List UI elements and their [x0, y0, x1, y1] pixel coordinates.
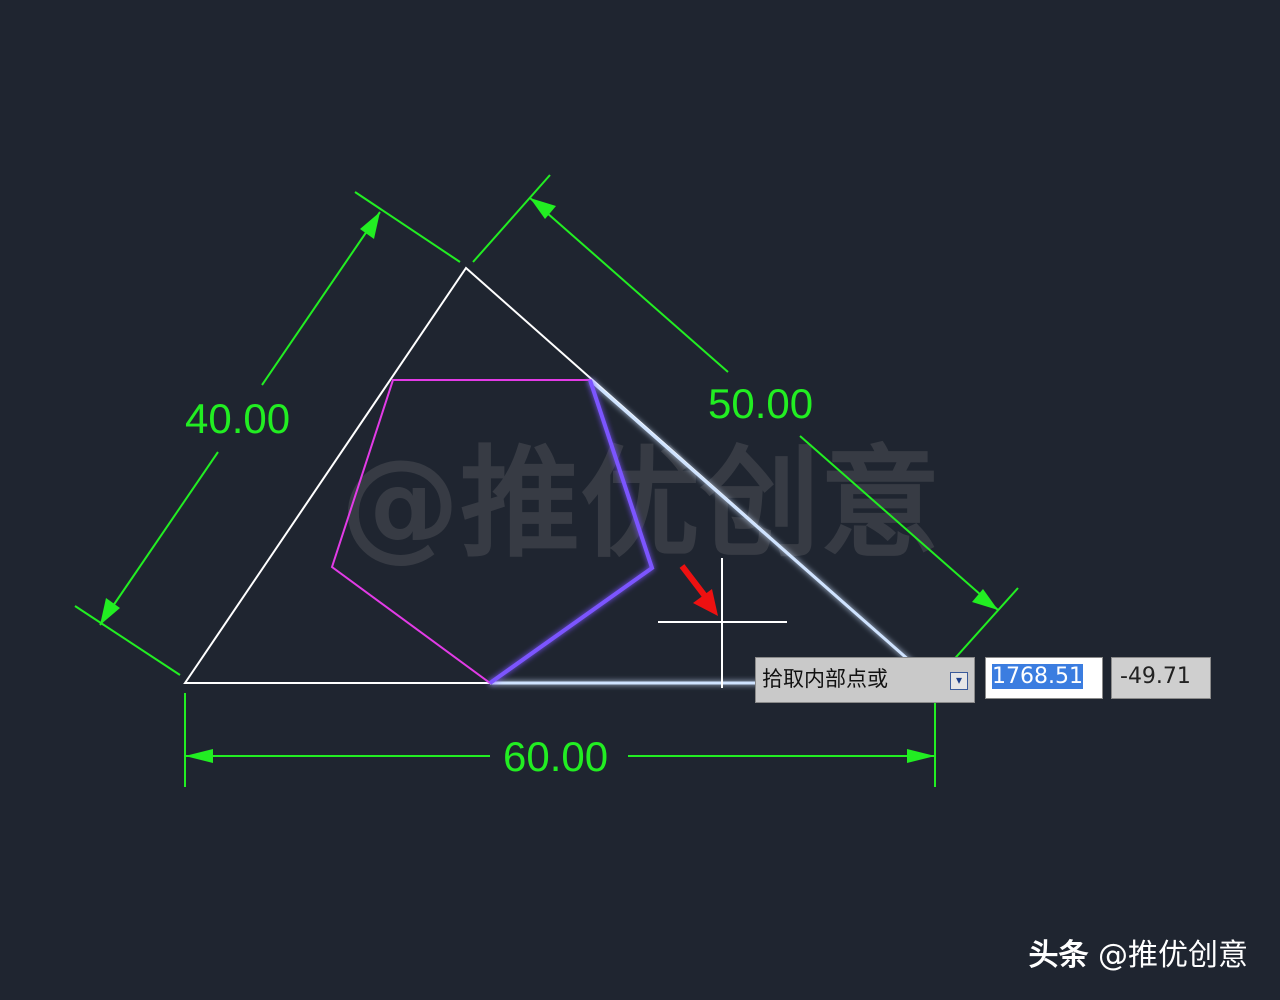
command-prompt[interactable]: 拾取内部点或 ▾	[755, 657, 975, 703]
cad-drawing[interactable]: @推优创意 40.00 50.00 60.00	[0, 0, 1280, 1000]
source-credit: 头条 @推优创意	[1028, 930, 1248, 974]
credit-brand: 头条	[1028, 938, 1089, 973]
extension-line	[472, 174, 551, 263]
dimension-line	[529, 197, 729, 373]
dropdown-arrow-icon[interactable]: ▾	[950, 672, 968, 690]
dimension-label-bottom: 60.00	[503, 733, 608, 780]
y-coordinate-input[interactable]: -49.71	[1111, 657, 1211, 699]
dimension-line	[261, 211, 381, 386]
extension-line	[74, 605, 181, 676]
dimension-right[interactable]: 50.00	[472, 174, 1019, 676]
dimension-label-left: 40.00	[185, 395, 290, 442]
dimension-bottom[interactable]: 60.00	[184, 693, 936, 787]
dimension-line	[99, 451, 219, 626]
y-coordinate-value: -49.71	[1120, 664, 1191, 689]
dimension-label-right: 50.00	[708, 380, 813, 427]
drawing-canvas[interactable]: @推优创意 40.00 50.00 60.00 拾取内部点或 ▾ 1768.51…	[0, 0, 1280, 1000]
dimension-left[interactable]: 40.00	[74, 191, 461, 676]
arrowhead	[972, 589, 998, 610]
arrowhead	[530, 198, 556, 219]
arrowhead	[185, 749, 213, 763]
arrowhead	[360, 212, 380, 239]
x-coordinate-input[interactable]: 1768.51	[985, 657, 1103, 699]
arrowhead	[100, 598, 120, 625]
prompt-label: 拾取内部点或	[762, 667, 888, 691]
watermark: @推优创意	[340, 435, 940, 574]
x-coordinate-value: 1768.51	[992, 664, 1083, 689]
arrowhead	[907, 749, 935, 763]
credit-handle: @推优创意	[1098, 938, 1248, 973]
